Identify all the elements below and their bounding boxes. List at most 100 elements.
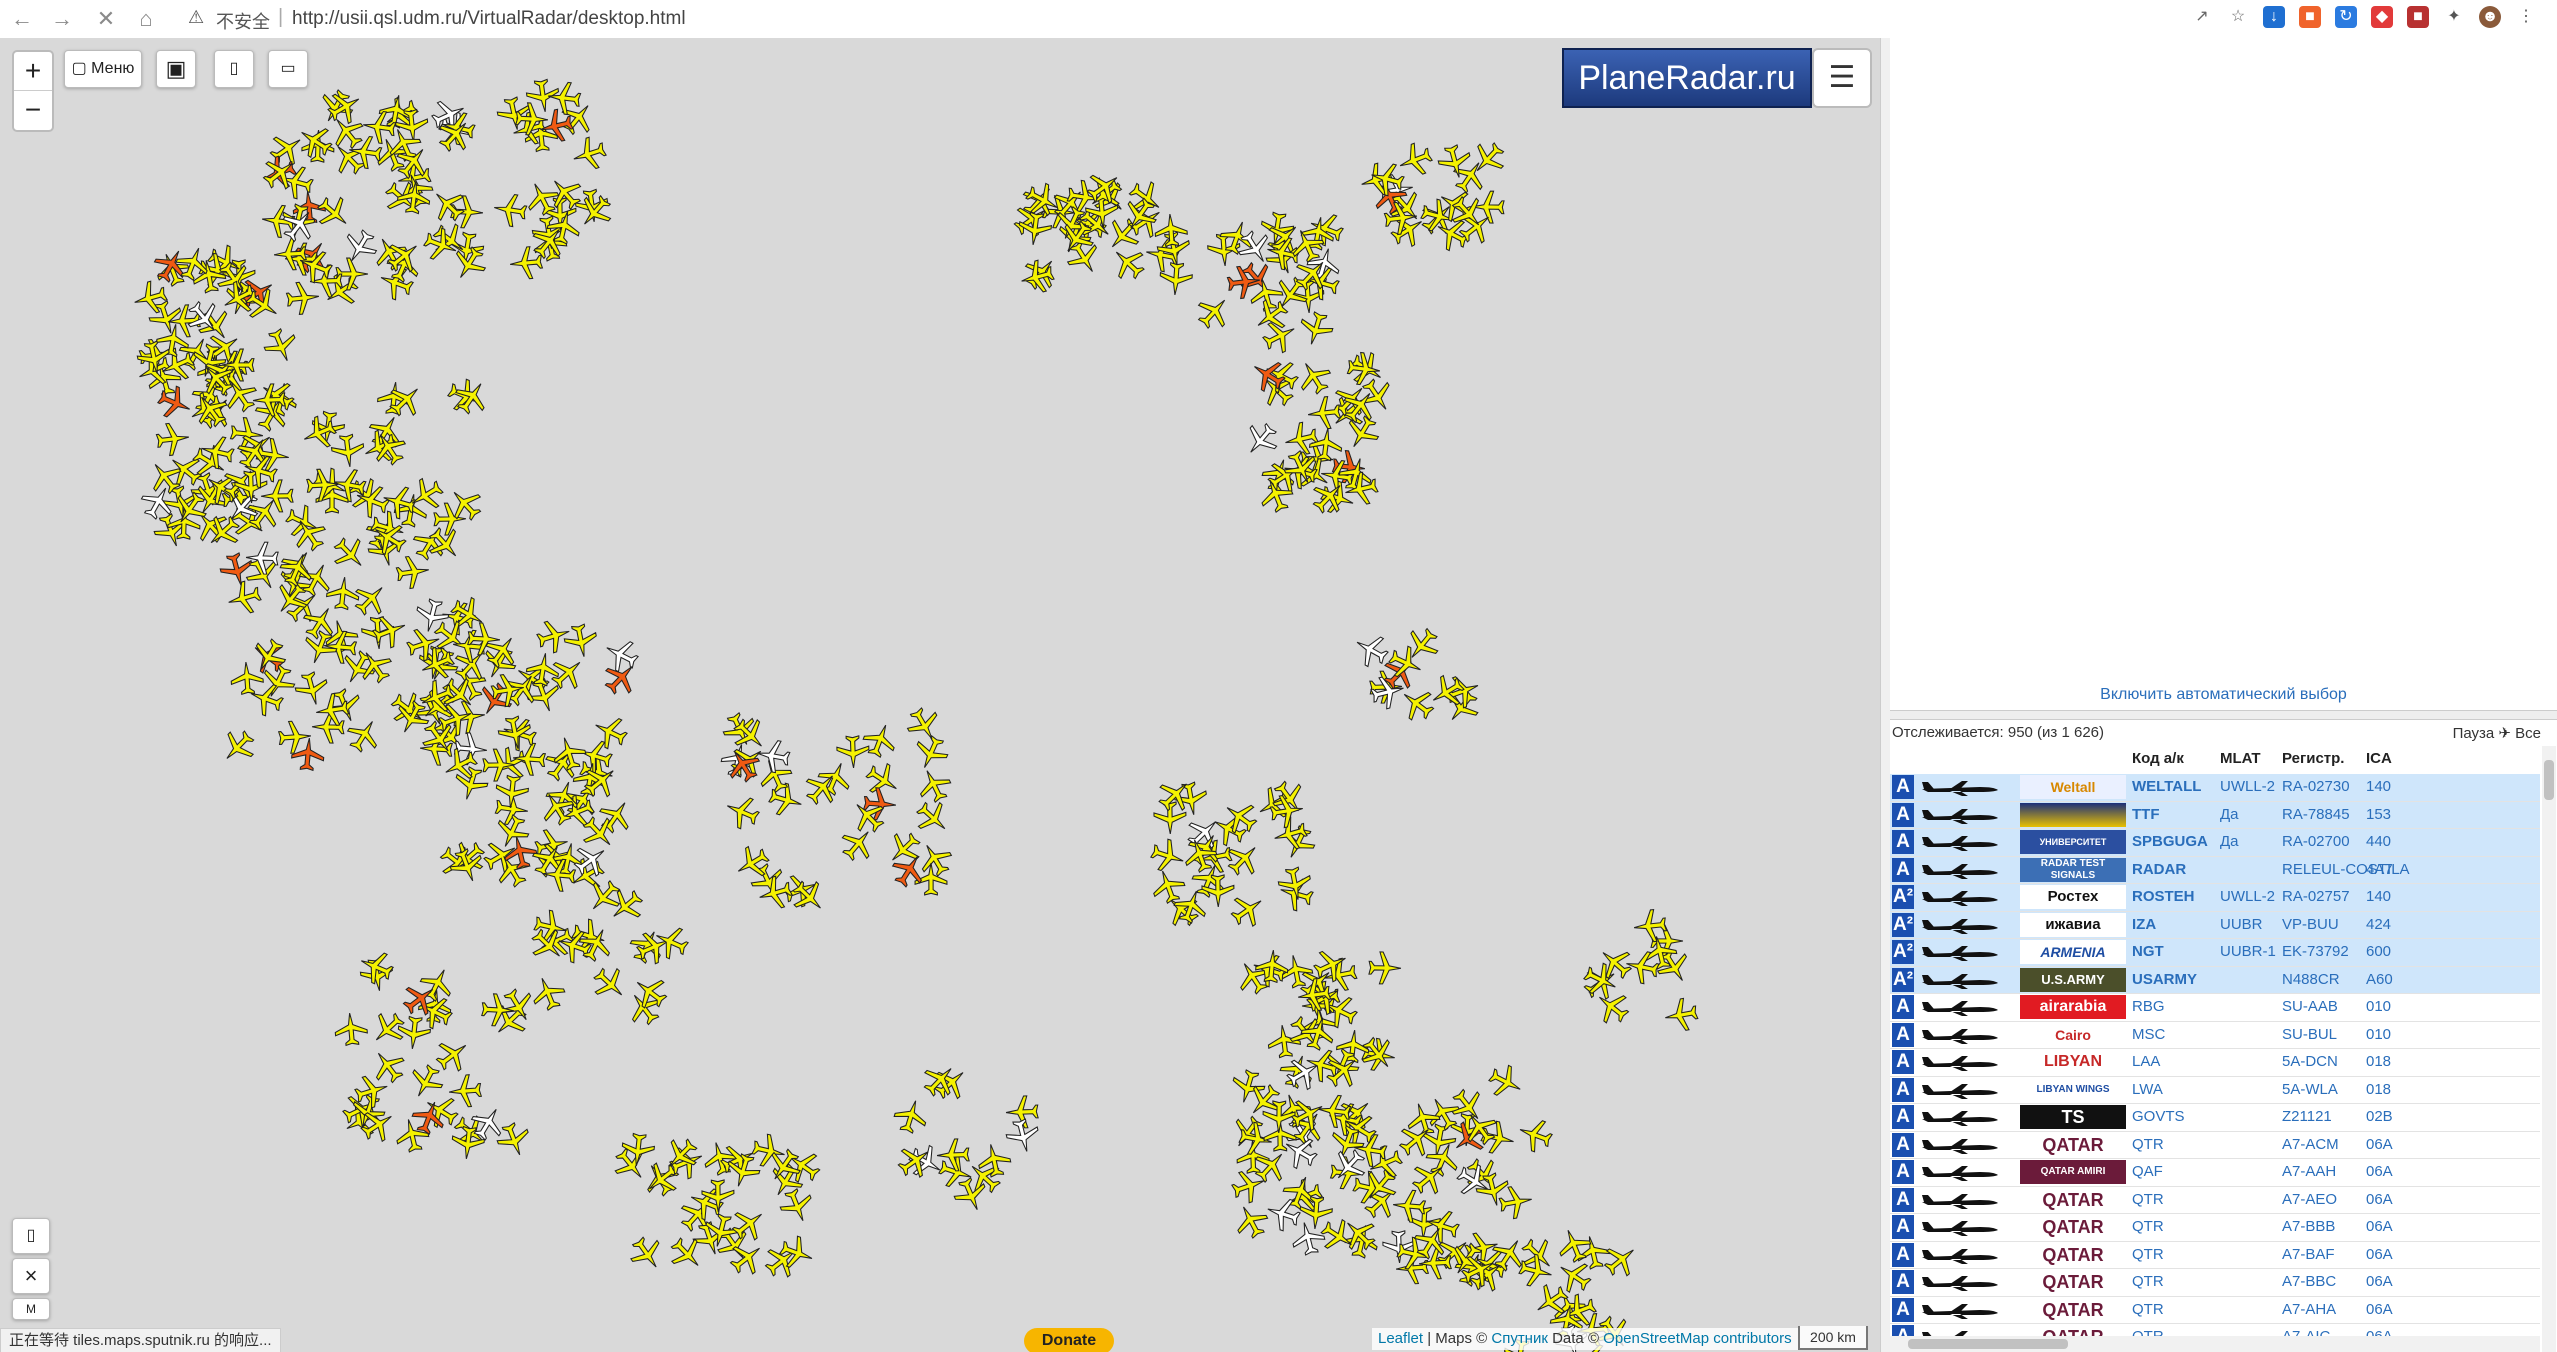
aircraft-marker-icon[interactable] <box>619 1131 656 1168</box>
aircraft-marker-icon[interactable] <box>541 857 578 894</box>
table-row[interactable]: A QATAR QTR A7-BAF 06A <box>1890 1242 2540 1269</box>
radar-map[interactable]: + − ▢ Меню ▣ ▯ ▭ PlaneRadar.ru ☰ ▯ × M 正… <box>0 38 1880 1352</box>
aircraft-marker-icon[interactable] <box>1275 864 1315 904</box>
mobile-view-button[interactable]: ▯ <box>214 50 254 88</box>
aircraft-marker-icon[interactable] <box>1631 907 1668 944</box>
aircraft-marker-icon[interactable] <box>911 762 956 807</box>
aircraft-marker-icon[interactable] <box>251 382 286 417</box>
address-bar[interactable]: http://usii.qsl.udm.ru/VirtualRadar/desk… <box>292 8 686 30</box>
table-row[interactable]: A Cairo MSC SU-BUL 010 <box>1890 1022 2540 1049</box>
aircraft-marker-icon[interactable] <box>1268 792 1307 831</box>
pause-all-toggle[interactable]: Пауза ✈ Все <box>2453 724 2541 742</box>
col-header-icao[interactable]: ICA <box>2366 750 2392 767</box>
aircraft-marker-icon[interactable] <box>514 101 550 137</box>
col-header-code[interactable]: Код а/к <box>2132 750 2184 767</box>
measure-button[interactable]: M <box>12 1298 50 1320</box>
stop-loading-icon[interactable]: ✕ <box>92 5 120 33</box>
table-row[interactable]: A² ижавиа IZA UUBR VP-BUU 424 <box>1890 911 2540 939</box>
extension-red-icon[interactable]: ■ <box>2407 6 2429 28</box>
aircraft-marker-icon[interactable] <box>480 992 516 1028</box>
warning-icon[interactable]: ⚠ <box>188 7 204 28</box>
extension-refresh-icon[interactable]: ↻ <box>2335 6 2357 28</box>
table-row[interactable]: A УНИВЕРСИТЕТ SPBGUGA Да RA-02700 440 <box>1890 829 2540 857</box>
aircraft-marker-icon[interactable] <box>493 773 530 810</box>
clear-button[interactable]: × <box>12 1258 50 1294</box>
tablet-view-button[interactable]: ▭ <box>268 50 308 88</box>
more-menu-icon[interactable]: ⋮ <box>2515 6 2537 28</box>
aircraft-marker-icon[interactable] <box>1341 469 1382 510</box>
security-label[interactable]: 不安全 <box>216 8 270 34</box>
forward-arrow-icon[interactable]: → <box>48 5 76 33</box>
zoom-in-button[interactable]: + <box>14 52 52 91</box>
aircraft-marker-icon[interactable] <box>1513 1113 1557 1157</box>
vertical-scrollbar[interactable] <box>2542 746 2556 1352</box>
aircraft-marker-icon[interactable] <box>259 324 304 369</box>
profile-avatar[interactable]: ☻ <box>2479 6 2501 28</box>
table-row[interactable]: Aairarabia RBG SU-AAB 010 <box>1890 994 2540 1022</box>
bookmark-star-icon[interactable]: ☆ <box>2227 6 2249 28</box>
aircraft-marker-icon[interactable] <box>392 1115 433 1156</box>
back-arrow-icon[interactable]: ← <box>8 5 36 33</box>
fullscreen-button[interactable]: ▣ <box>156 50 196 88</box>
scroll-thumb[interactable] <box>1908 1339 2068 1349</box>
table-row[interactable]: A TTF Да RA-78845 153 <box>1890 801 2540 829</box>
aircraft-marker-icon[interactable] <box>561 621 601 661</box>
leaflet-link[interactable]: Leaflet <box>1378 1330 1423 1347</box>
col-header-reg[interactable]: Регистр. <box>2282 750 2344 767</box>
col-header-mlat[interactable]: MLAT <box>2220 750 2261 767</box>
aircraft-marker-icon[interactable] <box>313 691 352 730</box>
layers-button[interactable]: ☰ <box>1812 48 1872 108</box>
menu-button[interactable]: ▢ Меню <box>64 50 142 88</box>
puzzle-extensions-icon[interactable]: ✦ <box>2443 6 2465 28</box>
aircraft-marker-icon[interactable] <box>134 338 174 378</box>
donate-button[interactable]: Donate <box>1024 1328 1114 1352</box>
table-row[interactable]: A² ARMENIA NGT UUBR-1 EK-73792 600 <box>1890 939 2540 967</box>
sputnik-link[interactable]: Спутник <box>1491 1330 1548 1347</box>
aircraft-marker-icon[interactable] <box>1368 951 1403 986</box>
panel-divider[interactable] <box>1890 710 2557 720</box>
extension-orange-icon[interactable]: ■ <box>2299 6 2321 28</box>
aircraft-marker-icon[interactable] <box>214 723 262 771</box>
scroll-thumb[interactable] <box>2544 760 2554 800</box>
table-row[interactable]: A² Ростех ROSTEH UWLL-2 RA-02757 140 <box>1890 884 2540 912</box>
aircraft-marker-icon[interactable] <box>466 621 502 657</box>
aircraft-marker-icon[interactable] <box>1254 948 1291 985</box>
table-row[interactable]: A QATAR AMIRI QAF A7-AAH 06A <box>1890 1159 2540 1187</box>
aircraft-marker-icon[interactable] <box>489 671 528 710</box>
aircraft-marker-icon[interactable] <box>720 790 765 835</box>
auto-select-link[interactable]: Включить автоматический выбор <box>1890 686 2557 704</box>
table-row[interactable]: A LIBYAN WINGS LWA 5A-WLA 018 <box>1890 1077 2540 1104</box>
aircraft-marker-icon[interactable] <box>1158 261 1194 297</box>
aircraft-marker-icon[interactable] <box>305 467 341 503</box>
extension-download-icon[interactable]: ↓ <box>2263 6 2285 28</box>
table-row[interactable]: A Weltall WELTALL UWLL-2 RA-02730 140 <box>1890 774 2540 802</box>
home-icon[interactable]: ⌂ <box>132 5 160 33</box>
aircraft-marker-icon[interactable] <box>935 1137 970 1172</box>
table-row[interactable]: A QATAR QTR A7-BBB 06A <box>1890 1214 2540 1242</box>
aircraft-marker-icon[interactable] <box>1483 1059 1529 1105</box>
aircraft-marker-icon[interactable] <box>1382 199 1420 237</box>
aircraft-marker-icon[interactable] <box>1262 1100 1297 1135</box>
aircraft-marker-icon[interactable] <box>1153 212 1189 248</box>
planeradar-logo[interactable]: PlaneRadar.ru <box>1562 48 1812 108</box>
aircraft-marker-icon[interactable] <box>623 1230 670 1277</box>
aircraft-marker-icon[interactable] <box>1295 976 1333 1014</box>
table-row[interactable]: A LIBYAN LAA 5A-DCN 018 <box>1890 1049 2540 1077</box>
table-row[interactable]: A QATAR QTR A7-ACM 06A <box>1890 1132 2540 1159</box>
extension-shield-icon[interactable]: ◆ <box>2371 6 2393 28</box>
table-row[interactable]: A QATAR QTR A7-BBC 06A <box>1890 1269 2540 1297</box>
zoom-out-button[interactable]: − <box>14 91 52 129</box>
osm-link[interactable]: OpenStreetMap contributors <box>1603 1330 1791 1347</box>
aircraft-marker-icon[interactable] <box>290 736 327 773</box>
horizontal-scrollbar[interactable] <box>1890 1336 2540 1352</box>
aircraft-marker-icon[interactable] <box>1661 995 1700 1034</box>
aircraft-marker-icon[interactable] <box>974 1140 1014 1180</box>
range-rings-button[interactable]: ▯ <box>12 1218 50 1254</box>
share-icon[interactable]: ↗ <box>2191 6 2213 28</box>
table-row[interactable]: A² U.S.ARMY USARMY N488CR A60 <box>1890 966 2540 994</box>
aircraft-marker-icon[interactable] <box>890 1095 932 1137</box>
table-row[interactable]: A TS GOVTS Z21121 02B <box>1890 1104 2540 1132</box>
table-row[interactable]: A QATAR QTR A7-AHA 06A <box>1890 1297 2540 1324</box>
table-row[interactable]: A RADAR TEST SIGNALS RADAR RELEUL-COSTILA 4A… <box>1890 856 2540 884</box>
aircraft-marker-icon[interactable] <box>154 420 192 458</box>
